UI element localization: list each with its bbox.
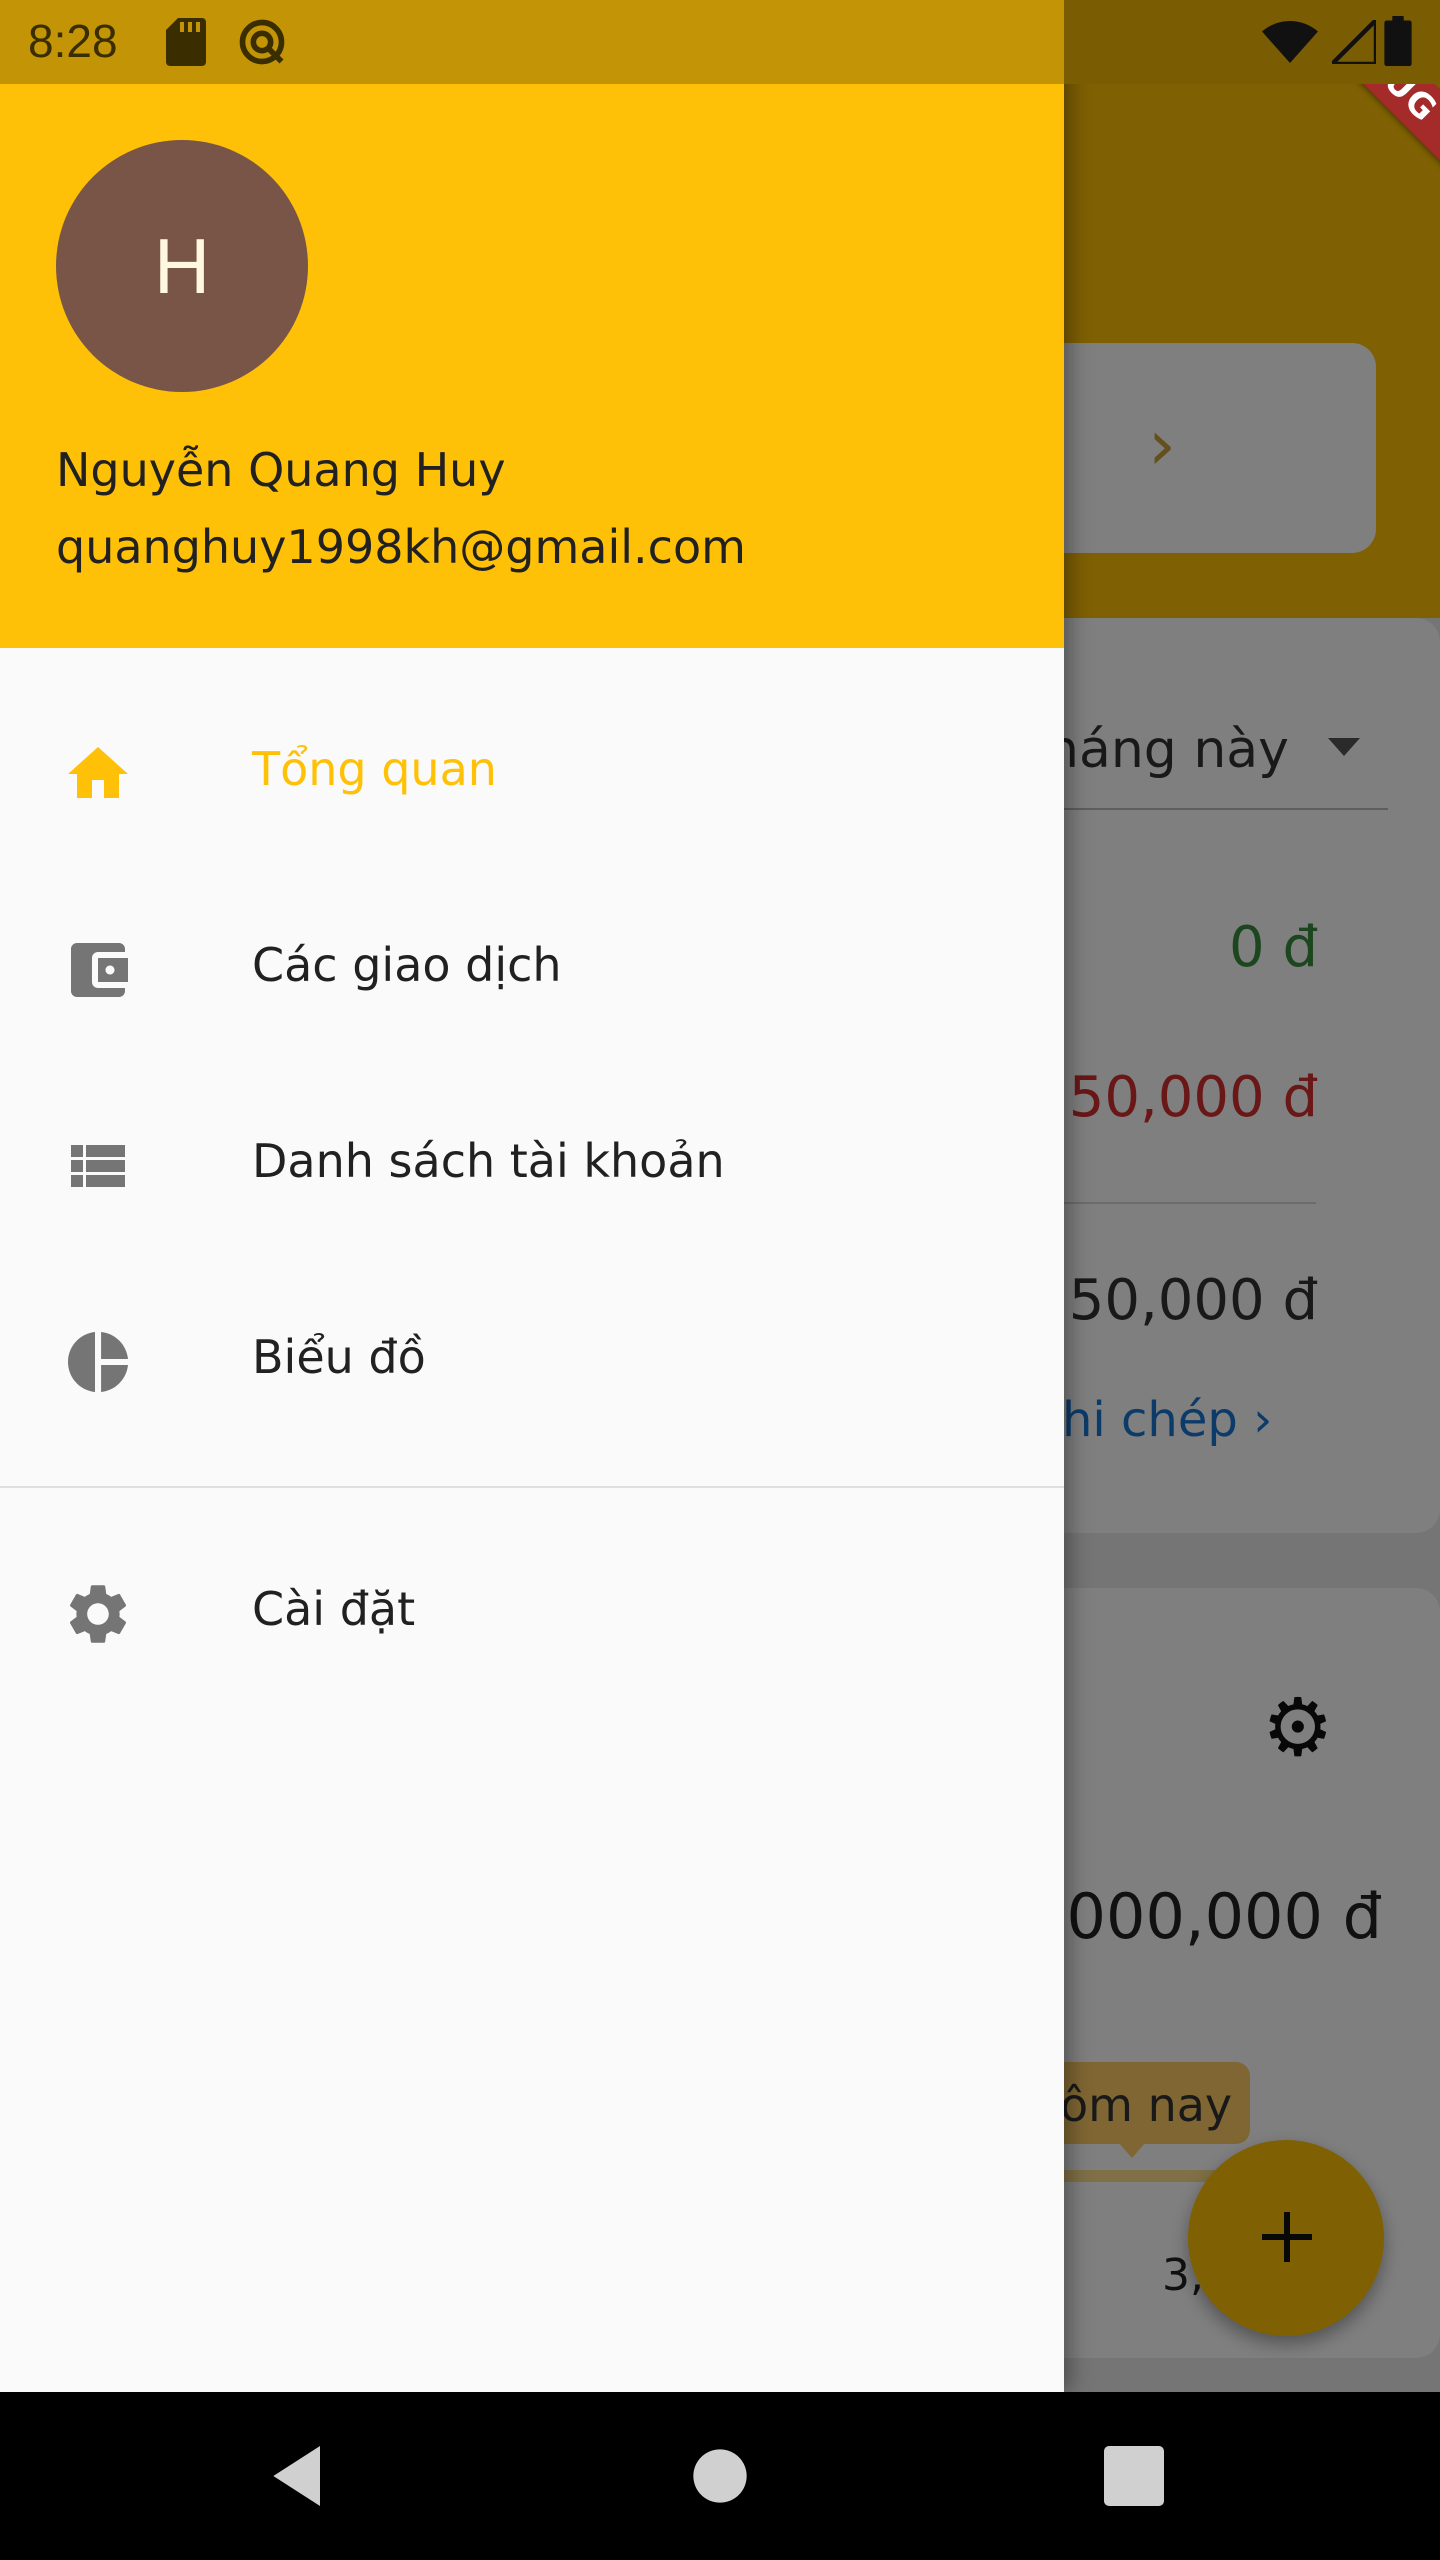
sd-card-icon	[166, 18, 206, 66]
status-time: 8:28	[28, 15, 118, 67]
wallet-icon	[71, 943, 128, 997]
navigation-drawer: H Nguyễn Quang Huy quanghuy1998kh@gmail.…	[0, 0, 1064, 2392]
menu-label-settings: Cài đặt	[252, 1582, 416, 1636]
status-bar: 8:28	[0, 0, 1440, 84]
battery-icon	[1384, 16, 1412, 66]
home-icon	[68, 747, 128, 798]
sync-icon	[239, 19, 285, 65]
system-nav-bar	[0, 2392, 1440, 2560]
settings-icon	[69, 1585, 127, 1643]
menu-item-overview[interactable]: Tổng quan	[0, 676, 1064, 872]
user-email: quanghuy1998kh@gmail.com	[56, 520, 746, 574]
menu-label-charts: Biểu đồ	[252, 1330, 426, 1384]
wifi-icon	[1262, 21, 1318, 63]
menu-item-settings[interactable]: Cài đặt	[0, 1516, 1064, 1712]
back-icon[interactable]	[260, 2436, 340, 2516]
list-icon	[71, 1145, 125, 1187]
pie-chart-icon	[68, 1332, 128, 1392]
menu-item-transactions[interactable]: Các giao dịch	[0, 872, 1064, 1068]
user-name: Nguyễn Quang Huy	[56, 443, 506, 497]
home-nav-icon[interactable]	[680, 2436, 760, 2516]
menu-item-charts[interactable]: Biểu đồ	[0, 1264, 1064, 1460]
drawer-divider	[0, 1486, 1064, 1488]
menu-label-overview: Tổng quan	[252, 742, 497, 796]
avatar[interactable]: H	[56, 140, 308, 392]
signal-icon	[1332, 20, 1376, 64]
menu-label-accounts: Danh sách tài khoản	[252, 1134, 725, 1188]
recents-icon[interactable]	[1094, 2436, 1174, 2516]
menu-item-accounts[interactable]: Danh sách tài khoản	[0, 1068, 1064, 1264]
status-bar-left	[0, 0, 1064, 84]
drawer-header: H Nguyễn Quang Huy quanghuy1998kh@gmail.…	[0, 0, 1064, 648]
menu-label-transactions: Các giao dịch	[252, 938, 562, 992]
